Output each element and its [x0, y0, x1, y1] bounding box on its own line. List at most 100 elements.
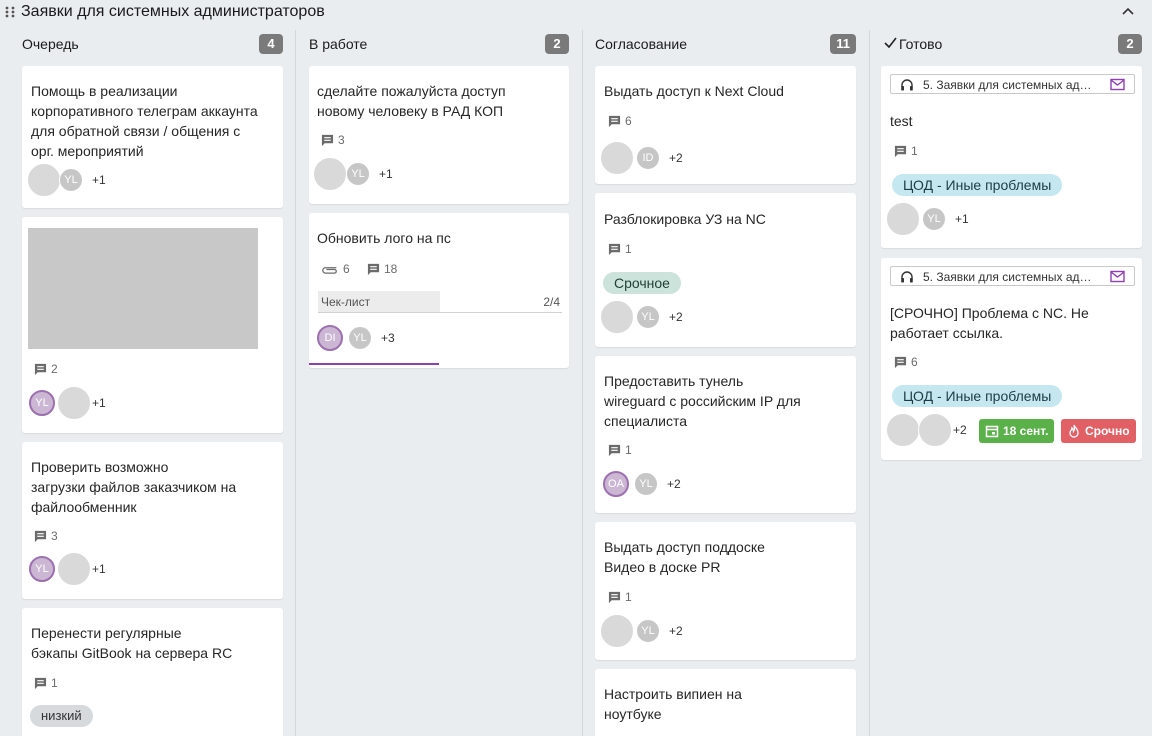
task-card[interactable]: Предоставить тунель wireguard с российск…: [595, 356, 856, 513]
avatar[interactable]: ID: [636, 146, 660, 170]
avatar[interactable]: YL: [922, 207, 946, 231]
avatar[interactable]: YL: [634, 472, 658, 496]
card-title-line: орг. мероприятий: [31, 143, 144, 159]
card-members: DI YL +3: [317, 321, 395, 355]
due-date-text: 18 сент.: [1003, 424, 1049, 438]
task-card[interactable]: Обновить лого на пс 6 18 Чек-лист 2/4 DI…: [309, 213, 569, 368]
comments-count-value: 3: [338, 133, 345, 147]
avatar[interactable]: [27, 163, 61, 197]
avatar[interactable]: [313, 157, 347, 191]
task-card[interactable]: Выдать доступ поддоске Видео в доске PR …: [595, 522, 856, 660]
members-more-count: +1: [92, 173, 106, 187]
source-board-name: 5. Заявки для системных ад…: [923, 78, 1092, 92]
task-card[interactable]: сделайте пожалуйста доступ новому челове…: [309, 66, 569, 204]
avatar[interactable]: OA: [603, 471, 629, 497]
task-card[interactable]: Помощь в реализации корпоративного телег…: [22, 66, 283, 208]
card-title-line: Выдать доступ к Next Cloud: [604, 83, 784, 99]
card-title: test: [890, 111, 913, 131]
comments-count-value: 2: [51, 362, 58, 376]
avatar[interactable]: [600, 300, 634, 334]
board-header: Заявки для системных администраторов: [0, 0, 1152, 26]
source-board-link[interactable]: 5. Заявки для системных ад…: [890, 74, 1135, 94]
avatar[interactable]: [600, 141, 634, 175]
column-divider: [869, 30, 870, 736]
column-title: В работе: [309, 36, 368, 52]
avatar[interactable]: YL: [348, 326, 372, 350]
members-more-count: +2: [667, 477, 681, 491]
attachments-count: 6: [321, 261, 350, 277]
task-card[interactable]: Выдать доступ к Next Cloud 6 ID +2: [595, 66, 856, 184]
task-card[interactable]: Перенести регулярные бэкапы GitBook на с…: [22, 608, 283, 736]
comment-icon: [894, 145, 907, 157]
mail-icon: [1110, 270, 1125, 283]
avatar[interactable]: YL: [636, 619, 660, 643]
column-count-badge: 11: [830, 34, 856, 54]
comments-count-value: 18: [384, 262, 398, 276]
avatar[interactable]: [57, 552, 91, 586]
comments-count-value: 1: [625, 242, 632, 256]
avatar[interactable]: YL: [636, 305, 660, 329]
comment-icon: [608, 115, 621, 127]
comments-count: 6: [608, 113, 632, 129]
task-card[interactable]: 2 YL +1: [22, 217, 283, 433]
comments-count: 1: [894, 143, 918, 159]
card-title-line: Разблокировка УЗ на NC: [604, 211, 766, 227]
comments-count-value: 3: [51, 529, 58, 543]
members-more-count: +1: [92, 562, 106, 576]
card-title: Проверить возможно загрузки файлов заказ…: [31, 457, 236, 517]
comments-count-value: 1: [51, 676, 58, 690]
avatar[interactable]: [918, 413, 952, 447]
column-header: Согласование 11: [595, 30, 856, 56]
chevron-up-icon[interactable]: [1120, 4, 1136, 20]
urgent-badge[interactable]: Срочно: [1061, 419, 1136, 443]
members-more-count: +2: [669, 151, 683, 165]
column-title: Согласование: [595, 36, 687, 52]
card-members: YL +2: [600, 300, 683, 334]
comment-icon: [608, 243, 621, 255]
urgent-text: Срочно: [1085, 424, 1130, 438]
comments-count: 3: [34, 528, 58, 544]
task-card[interactable]: 5. Заявки для системных ад… test 1 ЦОД -…: [881, 66, 1142, 248]
due-date-badge[interactable]: 18 сент.: [979, 419, 1055, 443]
check-icon: [884, 37, 897, 49]
card-progress-bar: [309, 363, 439, 365]
paperclip-icon: [322, 266, 337, 274]
source-board-link[interactable]: 5. Заявки для системных ад…: [890, 266, 1135, 286]
members-more-count: +2: [953, 423, 967, 437]
card-title-line: Видео в доске PR: [604, 559, 721, 575]
task-card[interactable]: Проверить возможно загрузки файлов заказ…: [22, 442, 283, 599]
avatar[interactable]: YL: [29, 390, 55, 416]
card-title-line: специалиста: [604, 413, 688, 429]
avatar[interactable]: DI: [317, 325, 343, 351]
card-members: YL +1: [29, 552, 106, 586]
fire-icon: [1069, 424, 1079, 438]
members-more-count: +1: [379, 167, 393, 181]
card-title: Помощь в реализации корпоративного телег…: [31, 81, 258, 161]
checklist-progress[interactable]: Чек-лист 2/4: [318, 291, 562, 313]
card-title: Разблокировка УЗ на NC: [604, 209, 766, 229]
attachments-count-value: 6: [343, 262, 350, 276]
card-title-line: Проверить возможно: [31, 459, 169, 475]
task-card[interactable]: 5. Заявки для системных ад… [СРОЧНО] Про…: [881, 258, 1142, 460]
card-title-line: [СРОЧНО] Проблема с NC. Не: [890, 305, 1089, 321]
avatar[interactable]: [886, 413, 920, 447]
label-tag[interactable]: ЦОД - Иные проблемы: [892, 174, 1063, 196]
avatar[interactable]: [600, 614, 634, 648]
avatar[interactable]: [886, 202, 920, 236]
comment-icon: [894, 356, 907, 368]
avatar[interactable]: YL: [29, 556, 55, 582]
avatar[interactable]: YL: [59, 168, 83, 192]
task-card[interactable]: Настроить випиен на ноутбуке: [595, 669, 856, 736]
priority-tag[interactable]: низкий: [30, 705, 93, 727]
avatar[interactable]: YL: [346, 162, 370, 186]
avatar[interactable]: [57, 386, 91, 420]
column-title: Очередь: [22, 36, 79, 52]
card-title-line: Перенести регулярные: [31, 625, 182, 641]
headset-icon: [901, 271, 913, 283]
drag-handle-icon[interactable]: [4, 5, 16, 19]
label-tag[interactable]: Срочное: [603, 272, 681, 294]
mail-icon: [1110, 78, 1125, 91]
task-card[interactable]: Разблокировка УЗ на NC 1 Срочное YL +2: [595, 193, 856, 347]
label-tag[interactable]: ЦОД - Иные проблемы: [892, 385, 1063, 407]
card-title-line: Предоставить тунель: [604, 373, 744, 389]
